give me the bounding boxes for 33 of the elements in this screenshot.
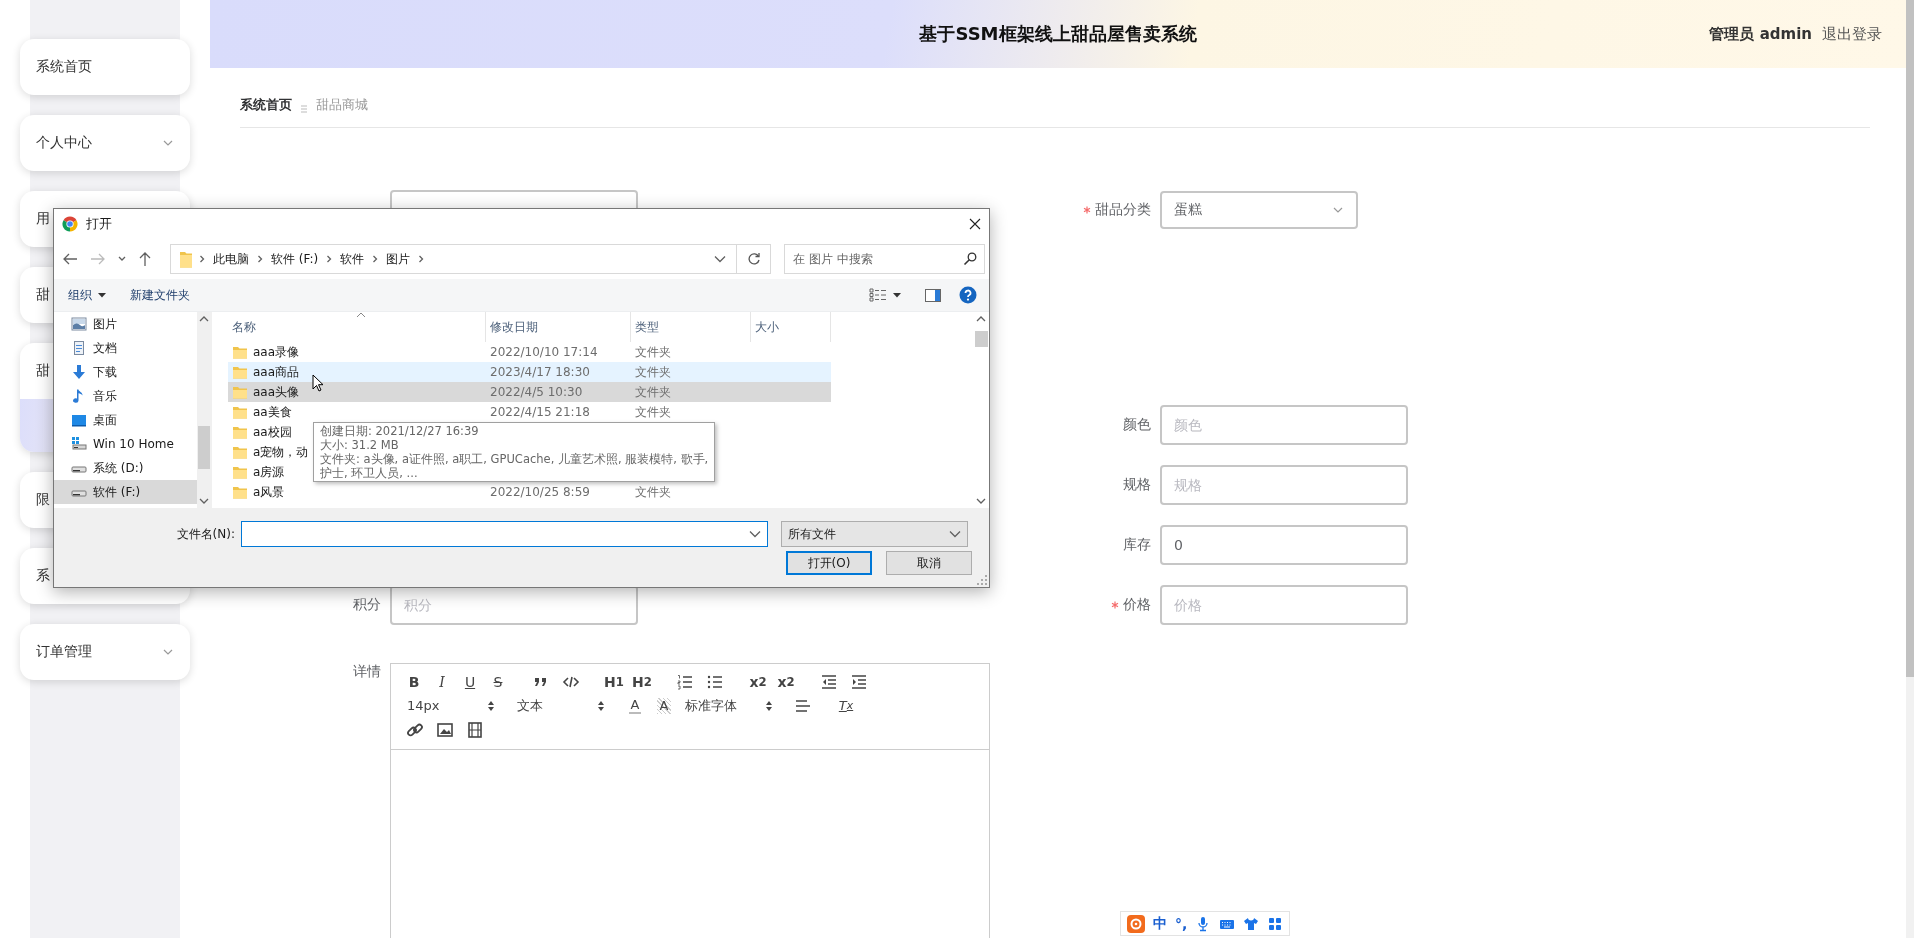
file-type: 文件夹	[634, 483, 672, 501]
field-label: 甜品分类	[1095, 201, 1151, 219]
field-label: 库存	[1123, 536, 1151, 554]
file-type: 文件夹	[634, 363, 672, 381]
field-label: 价格	[1123, 596, 1151, 614]
field-label: 文件名(N):	[175, 525, 236, 543]
user-name: 管理员 admin	[1709, 24, 1812, 44]
field-label: 详情	[353, 663, 381, 681]
file-name: a宠物，动	[253, 443, 309, 461]
field-label: 颜色	[1123, 416, 1151, 434]
file-name: aaa头像	[253, 383, 300, 401]
file-date: 2023/4/17 18:30	[489, 365, 591, 379]
file-name: aaa录像	[253, 343, 300, 361]
file-date: 2022/4/5 10:30	[489, 385, 584, 399]
window-title: 打开	[86, 215, 112, 233]
file-name: aa校园	[253, 423, 292, 441]
file-name: aa美食	[253, 403, 292, 421]
file-date: 2022/10/25 8:59	[489, 485, 591, 499]
file-name: a房源	[253, 463, 285, 481]
tooltip-line: 创建日期: 2021/12/27 16:39	[320, 424, 480, 438]
file-type: 文件夹	[634, 403, 672, 421]
field-label: 积分	[353, 596, 381, 614]
file-name: aaa商品	[253, 363, 300, 381]
app-title: 基于SSM框架线上甜品屋售卖系统	[919, 22, 1197, 46]
file-type: 文件夹	[634, 343, 672, 361]
tooltip-line: 护士, 环卫人员, ...	[320, 466, 419, 480]
file-name: a风景	[253, 483, 285, 501]
field-label: 规格	[1123, 476, 1151, 494]
file-date: 2022/4/15 21:18	[489, 405, 591, 419]
file-type: 文件夹	[634, 383, 672, 401]
file-date: 2022/10/10 17:14	[489, 345, 599, 359]
tooltip-line: 大小: 31.2 MB	[320, 438, 400, 452]
tooltip-line: 文件夹: a头像, a证件照, a职工, GPUCache, 儿童艺术照, 服装模特, 歌手,	[320, 452, 709, 466]
